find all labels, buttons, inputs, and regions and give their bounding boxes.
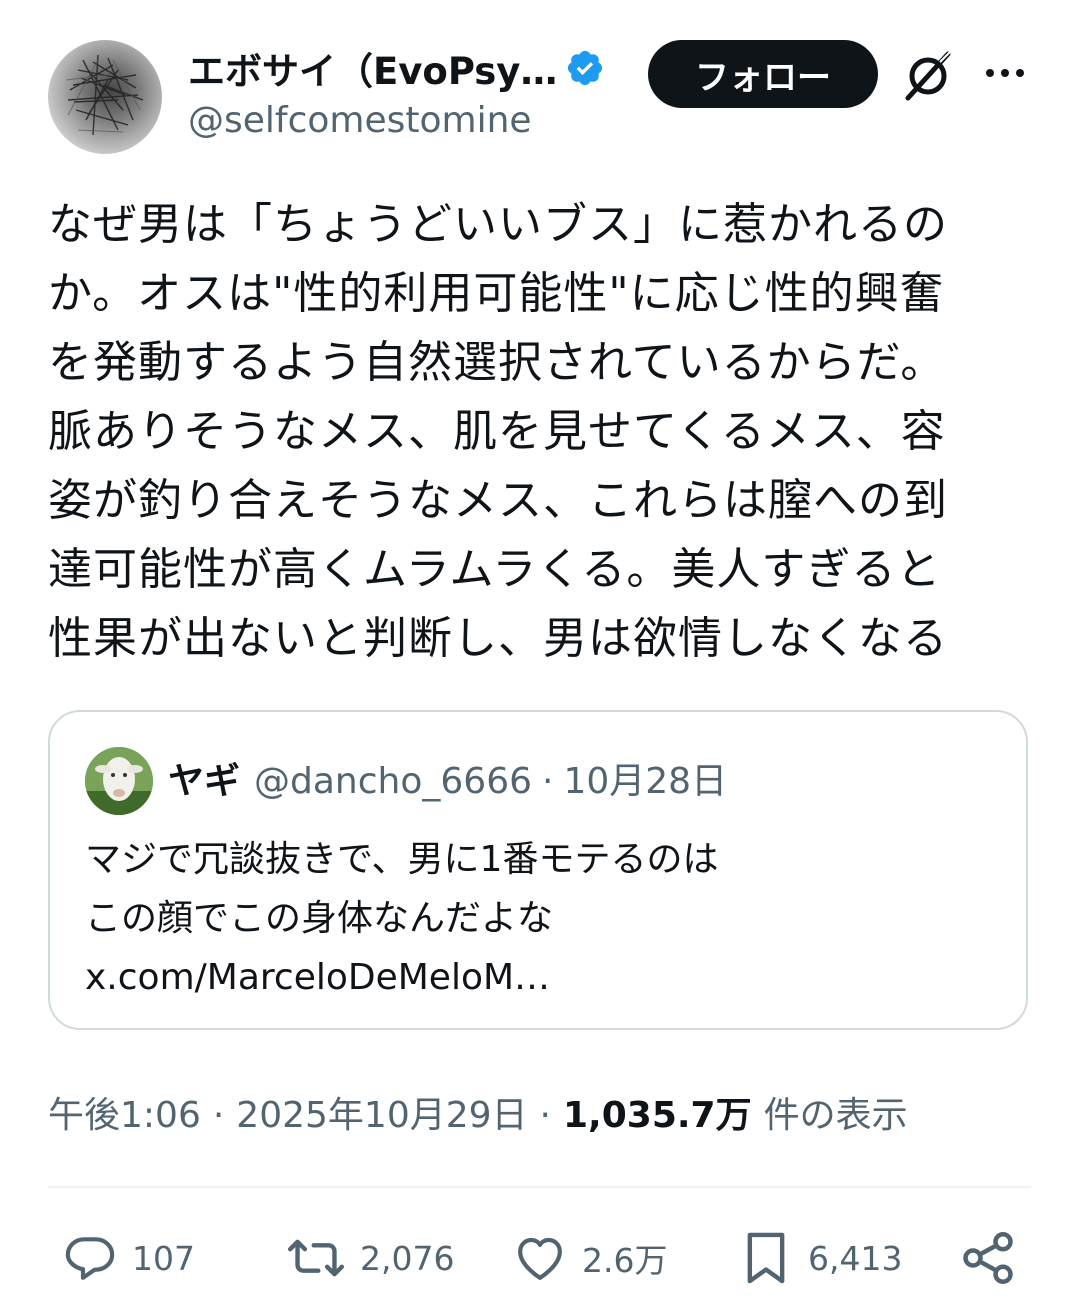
- tweet-text-line: 脈ありそうなメス、肌を見せてくるメス、容: [48, 406, 946, 457]
- author-display-name[interactable]: エボサイ（EvoPsy…: [188, 41, 557, 95]
- more-icon[interactable]: [982, 58, 1028, 88]
- tweet-meta: 午後1:06 · 2025年10月29日 · 1,035.7万 件の表示: [48, 1086, 908, 1138]
- quoted-header: ヤギ @dancho_6666 · 10月28日: [168, 752, 727, 804]
- follow-button[interactable]: フォロー: [648, 40, 878, 108]
- repost-icon: [287, 1239, 345, 1277]
- view-count[interactable]: 1,035.7万: [563, 1086, 752, 1138]
- author-name-row[interactable]: エボサイ（EvoPsy…: [188, 42, 605, 94]
- quoted-author-avatar[interactable]: [85, 747, 153, 815]
- separator-dot: ·: [539, 1095, 551, 1136]
- quoted-handle[interactable]: @dancho_6666: [254, 761, 532, 802]
- quoted-tweet[interactable]: ヤギ @dancho_6666 · 10月28日 マジで冗談抜きで、男に1番モテ…: [48, 710, 1028, 1030]
- reply-icon: [65, 1237, 115, 1280]
- quoted-date[interactable]: 10月28日: [563, 752, 727, 804]
- quoted-link[interactable]: x.com/MarceloDeMeloM…: [85, 948, 985, 1007]
- reply-count: 107: [132, 1238, 195, 1278]
- quoted-text: マジで冗談抜きで、男に1番モテるのは この顔でこの身体なんだよな x.com/M…: [85, 830, 985, 1007]
- like-icon: [518, 1237, 562, 1280]
- quoted-text-line: マジで冗談抜きで、男に1番モテるのは: [85, 839, 719, 880]
- quoted-text-line: この顔でこの身体なんだよな: [85, 898, 554, 939]
- like-button[interactable]: 2.6万: [512, 1228, 667, 1288]
- like-count: 2.6万: [582, 1241, 668, 1280]
- bookmark-icon: [747, 1232, 785, 1284]
- tweet-text-line: なぜ男は「ちょうどいいブス」に惹かれるの: [48, 199, 948, 250]
- separator-dot: ·: [212, 1095, 225, 1136]
- repost-button[interactable]: 2,076: [286, 1228, 454, 1288]
- verified-badge-icon: [568, 50, 603, 86]
- tweet-text-line: 達可能性が高くムラムラくる。美人すぎると: [48, 544, 942, 595]
- author-avatar[interactable]: [48, 40, 162, 154]
- tweet-text: なぜ男は「ちょうどいいブス」に惹かれるの か。オスは"性的利用可能性"に応じ性的…: [48, 190, 1038, 673]
- divider: [48, 1186, 1031, 1188]
- tweet-text-line: か。オスは"性的利用可能性"に応じ性的興奮: [48, 268, 945, 319]
- tweet-text-line: 姿が釣り合えそうなメス、これらは膣への到: [48, 475, 948, 526]
- separator-dot: ·: [542, 761, 554, 802]
- repost-count: 2,076: [360, 1238, 455, 1278]
- tweet-date[interactable]: 2025年10月29日: [236, 1086, 527, 1138]
- bookmark-button[interactable]: 6,413: [738, 1228, 902, 1288]
- bookmark-count: 6,413: [808, 1238, 903, 1278]
- author-handle[interactable]: @selfcomestomine: [188, 100, 532, 141]
- quoted-display-name[interactable]: ヤギ: [168, 752, 240, 804]
- share-button[interactable]: [958, 1228, 1032, 1288]
- share-icon: [963, 1232, 1013, 1284]
- reply-button[interactable]: 107: [62, 1228, 195, 1288]
- tweet-text-line: を発動するよう自然選択されているからだ。: [48, 337, 946, 388]
- grok-icon[interactable]: [900, 48, 956, 104]
- tweet-time[interactable]: 午後1:06: [48, 1086, 201, 1138]
- view-count-label[interactable]: 件の表示: [764, 1086, 908, 1138]
- tweet-text-line: 性果が出ないと判断し、男は欲情しなくなる: [48, 613, 948, 664]
- tweet-detail: エボサイ（EvoPsy… @selfcomestomine フォロー なぜ男は「…: [0, 0, 1079, 1305]
